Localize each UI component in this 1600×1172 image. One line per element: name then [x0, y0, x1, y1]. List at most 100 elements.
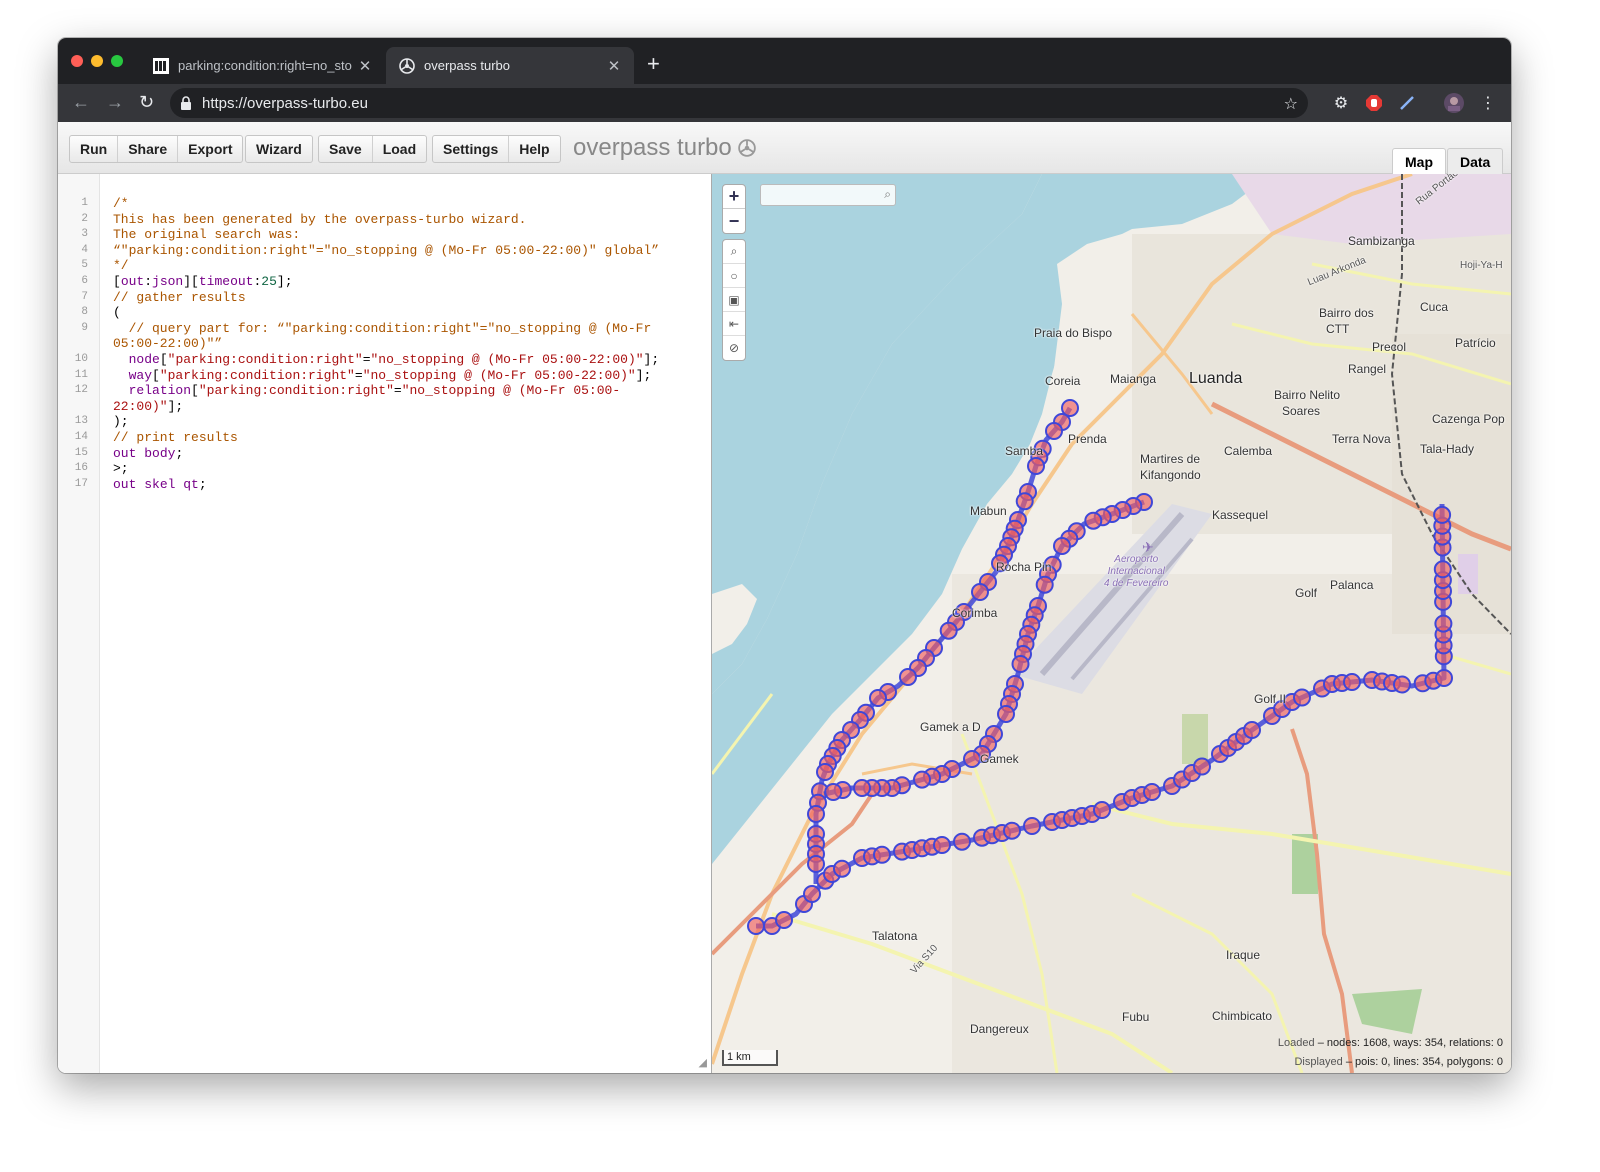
share-button[interactable]: Share	[117, 136, 177, 162]
zoom-in-button[interactable]: +	[723, 185, 745, 209]
hide-data-icon[interactable]: ⊘	[723, 336, 745, 360]
code-token: >;	[113, 461, 129, 477]
save-button[interactable]: Save	[319, 136, 372, 162]
result-node-marker[interactable]	[747, 917, 765, 935]
result-node-marker[interactable]	[869, 689, 887, 707]
maximize-window-button[interactable]	[111, 55, 123, 67]
result-node-marker[interactable]	[807, 855, 825, 873]
back-arrow-icon[interactable]: ←	[72, 92, 90, 112]
tab-osm-wiki[interactable]: parking:condition:right=no_sto ✕	[140, 47, 385, 84]
tab-strip: parking:condition:right=no_sto ✕ overpas…	[58, 38, 1511, 84]
map-search-input[interactable]: ⌕	[760, 184, 896, 206]
result-node-marker[interactable]	[816, 763, 834, 781]
query-editor[interactable]: 1 /* 2 This has been generated by the overp…	[58, 174, 712, 1073]
result-node-marker[interactable]	[775, 911, 793, 929]
locate-me-icon[interactable]: ○	[723, 264, 745, 288]
result-node-marker[interactable]	[1433, 560, 1452, 579]
app-toolbar: Run Share Export Wizard Save Load Settin…	[58, 122, 1511, 174]
settings-gear-icon[interactable]: ⚙	[1331, 93, 1351, 113]
code-token: */	[113, 258, 129, 274]
result-node-marker[interactable]	[1035, 575, 1054, 594]
address-toolbar: ← → ↻ https://overpass-turbo.eu ☆ ⚙ ⋮	[58, 84, 1511, 122]
reload-icon[interactable]: ↻	[139, 92, 154, 112]
result-node-marker[interactable]	[1393, 675, 1411, 694]
result-node-marker[interactable]	[1434, 614, 1453, 633]
help-button[interactable]: Help	[508, 136, 559, 162]
result-node-marker[interactable]	[933, 836, 951, 854]
result-node-marker[interactable]	[1084, 511, 1103, 530]
result-node-marker[interactable]	[803, 885, 821, 903]
browser-menu-icon[interactable]: ⋮	[1478, 93, 1498, 113]
export-button[interactable]: Export	[177, 136, 242, 162]
map-view[interactable]: ✈ Sambizanga Hoji-Ya-H Cuca Bairro dos CTT Pa…	[712, 174, 1511, 1073]
code-token: relation	[128, 383, 192, 399]
adblock-extension-icon[interactable]	[1364, 93, 1384, 113]
profile-avatar[interactable]	[1444, 93, 1464, 113]
wizard-button[interactable]: Wizard	[246, 136, 312, 162]
zoom-to-data-icon[interactable]: ⌕	[723, 240, 745, 264]
result-node-marker[interactable]	[1003, 821, 1021, 840]
settings-button[interactable]: Settings	[433, 136, 508, 162]
line-number: 1	[81, 197, 88, 209]
place-label: Kifangondo	[1140, 468, 1201, 482]
result-node-marker[interactable]	[1027, 457, 1045, 475]
code-token: "parking:condition:right"	[167, 352, 363, 367]
result-node-marker[interactable]	[873, 845, 891, 864]
result-node-marker[interactable]	[1093, 801, 1111, 819]
run-button[interactable]: Run	[70, 136, 117, 162]
overpass-turbo-favicon-icon	[398, 57, 416, 75]
result-node-marker[interactable]	[1435, 669, 1453, 687]
new-tab-plus-icon[interactable]: +	[647, 52, 660, 76]
load-button[interactable]: Load	[371, 136, 426, 162]
result-node-marker[interactable]	[1053, 537, 1071, 555]
code-token: 05:00-22:00)"”	[113, 336, 223, 352]
result-node-marker[interactable]	[913, 770, 931, 789]
result-node-marker[interactable]	[1045, 422, 1063, 440]
airport-label-line: 4 de Fevereiro	[1104, 578, 1169, 589]
result-node-marker[interactable]	[899, 668, 917, 686]
tab-data[interactable]: Data	[1447, 148, 1504, 174]
airport-label: Aeroporto Internacional 4 de Fevereiro	[1104, 554, 1168, 590]
resize-handle-icon[interactable]: ◢	[699, 1056, 707, 1069]
result-node-marker[interactable]	[1343, 673, 1361, 691]
zoom-out-button[interactable]: −	[723, 209, 745, 233]
code-token: [	[159, 352, 168, 367]
code-token: [	[152, 367, 160, 383]
minimize-window-button[interactable]	[91, 55, 103, 67]
result-node-marker[interactable]	[1193, 757, 1211, 776]
address-bar[interactable]: https://overpass-turbo.eu ☆	[170, 88, 1308, 118]
close-window-button[interactable]	[71, 55, 83, 67]
result-node-marker[interactable]	[853, 779, 871, 797]
result-node-marker[interactable]	[939, 621, 958, 640]
result-node-marker[interactable]	[1023, 817, 1041, 835]
result-node-marker[interactable]	[833, 859, 851, 878]
toggle-wide-map-icon[interactable]: ⇤	[723, 312, 745, 336]
tab-close-icon[interactable]: ✕	[606, 57, 622, 75]
code-text: This has been generated by the overpass-…	[113, 212, 526, 228]
place-label: Martires de	[1140, 452, 1201, 466]
tab-map[interactable]: Map	[1392, 148, 1446, 174]
result-node-marker[interactable]	[807, 805, 825, 823]
result-node-marker[interactable]	[1243, 721, 1261, 739]
tab-overpass-turbo[interactable]: overpass turbo ✕	[386, 47, 634, 84]
bookmark-star-icon[interactable]: ☆	[1284, 94, 1298, 114]
result-node-marker[interactable]	[963, 750, 981, 768]
result-node-marker[interactable]	[824, 783, 843, 801]
pen-extension-icon[interactable]	[1397, 93, 1417, 113]
tab-title: overpass turbo	[424, 58, 510, 73]
result-node-marker[interactable]	[971, 583, 989, 601]
tab-close-icon[interactable]: ✕	[357, 57, 373, 75]
result-node-marker[interactable]	[1143, 783, 1161, 801]
displayed-stats: Displayed – pois: 0, lines: 354, polygon…	[1294, 1056, 1503, 1068]
code-token: ;	[198, 476, 207, 492]
result-node-marker[interactable]	[1011, 655, 1030, 673]
result-node-marker[interactable]	[1293, 688, 1311, 707]
export-image-icon[interactable]: ▣	[723, 288, 745, 312]
result-node-marker[interactable]	[1433, 505, 1452, 524]
place-label: CTT	[1326, 322, 1350, 336]
result-node-marker[interactable]	[953, 832, 971, 851]
result-node-marker[interactable]	[997, 705, 1015, 723]
result-node-marker[interactable]	[1015, 492, 1034, 511]
forward-arrow-icon[interactable]: →	[106, 92, 124, 112]
